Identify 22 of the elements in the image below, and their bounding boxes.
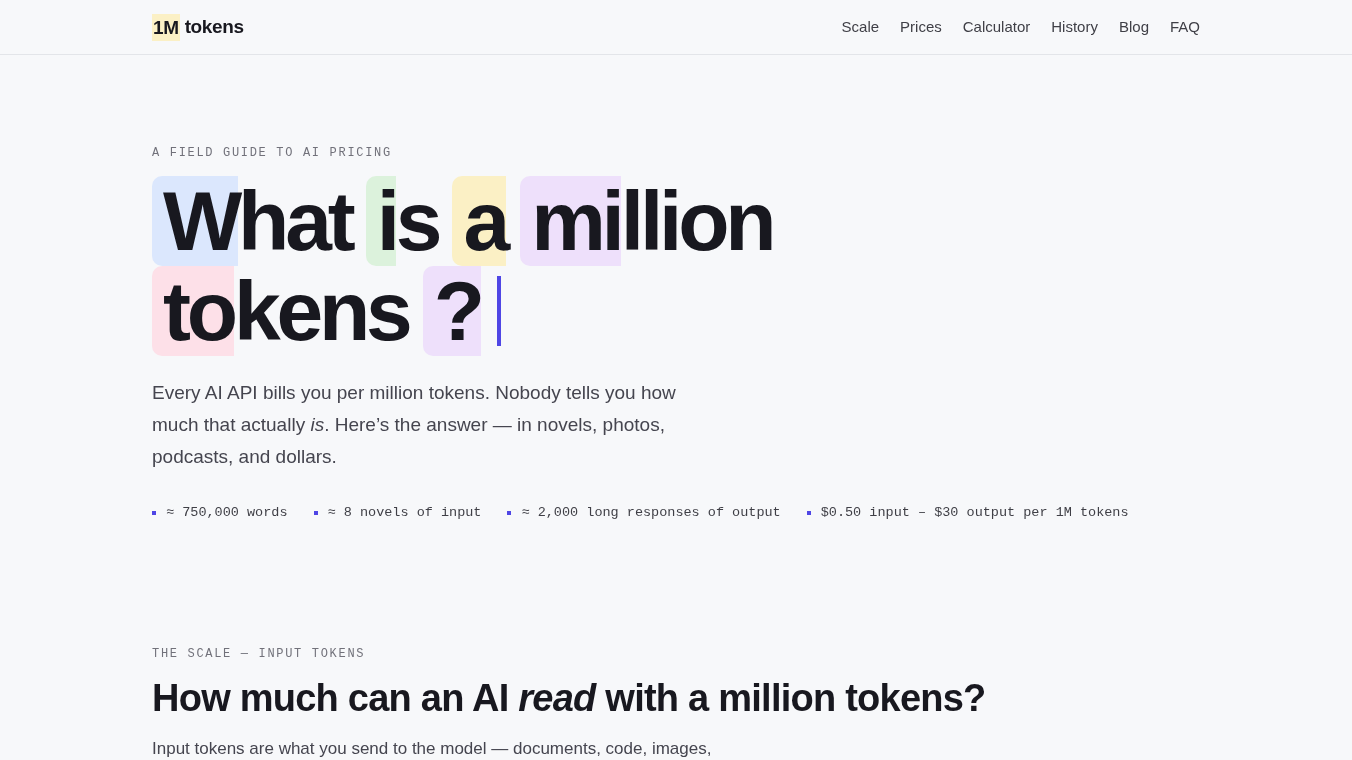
section-title: How much can an AI read with a million tokens?: [152, 676, 987, 720]
nav-link[interactable]: Calculator: [962, 15, 1031, 39]
intro-paragraph: Every AI API bills you per million tokens. Nobody tells you how much that actually is. Here’s the answer — in novels, photos, podcasts, and dollars.: [152, 381, 677, 469]
square-bullet-icon: [507, 511, 512, 515]
eyebrow-label: A FIELD GUIDE TO AI PRICING: [152, 145, 393, 161]
nav-link[interactable]: Blog: [1118, 15, 1149, 39]
square-bullet-icon: [152, 511, 156, 515]
stat-text: $0.50 input – $30 output per 1M tokens: [820, 504, 1129, 522]
stat-text: ≈ 8 novels of input: [327, 504, 482, 522]
logo[interactable]: 1M tokens: [152, 12, 244, 42]
square-bullet-icon: [806, 511, 811, 515]
section-eyebrow: THE SCALE — INPUT TOKENS: [152, 646, 367, 662]
nav-link[interactable]: History: [1051, 15, 1098, 39]
square-bullet-icon: [313, 511, 318, 515]
stat-text: ≈ 2,000 long responses of output: [521, 504, 781, 522]
stat-text: ≈ 750,000 words: [166, 504, 288, 522]
headline-line: What is a million: [152, 176, 773, 266]
nav-link[interactable]: Scale: [841, 15, 880, 39]
nav-link[interactable]: FAQ: [1170, 15, 1200, 39]
headline-line: tokens ?: [152, 266, 481, 356]
section-intro: Input tokens are what you send to the model — documents, code, images,: [152, 740, 713, 758]
nav-link[interactable]: Prices: [900, 15, 942, 39]
